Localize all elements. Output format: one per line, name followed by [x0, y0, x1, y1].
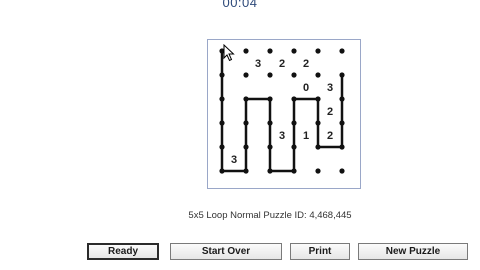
- puzzle-grid[interactable]: 3 2 2 0 3 2 3 1 2 3: [208, 40, 360, 188]
- grid-dot[interactable]: [243, 120, 249, 126]
- clue-number: 2: [327, 106, 333, 118]
- grid-dot[interactable]: [315, 96, 321, 102]
- grid-dot[interactable]: [243, 72, 249, 78]
- clue-number: 3: [327, 82, 333, 94]
- grid-dot[interactable]: [315, 120, 321, 126]
- grid-dot[interactable]: [243, 96, 249, 102]
- grid-dot[interactable]: [267, 120, 273, 126]
- grid-dot[interactable]: [243, 168, 249, 174]
- grid-dot[interactable]: [339, 48, 345, 54]
- grid-dot[interactable]: [291, 48, 297, 54]
- clue-number: 3: [279, 130, 285, 142]
- grid-dot[interactable]: [291, 72, 297, 78]
- grid-dot[interactable]: [339, 72, 345, 78]
- grid-dot[interactable]: [339, 120, 345, 126]
- grid-dot[interactable]: [339, 144, 345, 150]
- clue-number: 1: [303, 130, 309, 142]
- grid-dot[interactable]: [339, 96, 345, 102]
- grid-dot[interactable]: [339, 168, 345, 174]
- clue-number: 0: [303, 82, 309, 94]
- clue-number: 3: [255, 58, 261, 70]
- grid-dot[interactable]: [219, 72, 225, 78]
- grid-dot[interactable]: [219, 168, 225, 174]
- grid-dot[interactable]: [267, 144, 273, 150]
- grid-dot[interactable]: [267, 168, 273, 174]
- grid-dot[interactable]: [291, 96, 297, 102]
- grid-dot[interactable]: [315, 168, 321, 174]
- grid-dot[interactable]: [267, 96, 273, 102]
- grid-dot[interactable]: [243, 48, 249, 54]
- grid-dot[interactable]: [267, 48, 273, 54]
- grid-dot[interactable]: [291, 120, 297, 126]
- grid-dot[interactable]: [243, 144, 249, 150]
- new-puzzle-button[interactable]: New Puzzle: [358, 243, 468, 260]
- grid-dot[interactable]: [315, 72, 321, 78]
- grid-dot[interactable]: [219, 96, 225, 102]
- print-button[interactable]: Print: [290, 243, 350, 260]
- clue-number: 3: [231, 154, 237, 166]
- grid-dot[interactable]: [267, 72, 273, 78]
- timer: 00:04: [222, 0, 258, 10]
- clue-number: 2: [279, 58, 285, 70]
- clue-number: 2: [327, 130, 333, 142]
- grid-dot[interactable]: [219, 120, 225, 126]
- puzzle-caption: 5x5 Loop Normal Puzzle ID: 4,468,445: [188, 210, 352, 221]
- grid-dot[interactable]: [291, 144, 297, 150]
- grid-dot[interactable]: [291, 168, 297, 174]
- grid-dot[interactable]: [219, 144, 225, 150]
- grid-dot[interactable]: [315, 48, 321, 54]
- grid-dot[interactable]: [315, 144, 321, 150]
- start-over-button[interactable]: Start Over: [170, 243, 282, 260]
- clue-number: 2: [303, 58, 309, 70]
- mouse-cursor-icon: [223, 44, 235, 62]
- ready-button[interactable]: Ready: [87, 243, 159, 260]
